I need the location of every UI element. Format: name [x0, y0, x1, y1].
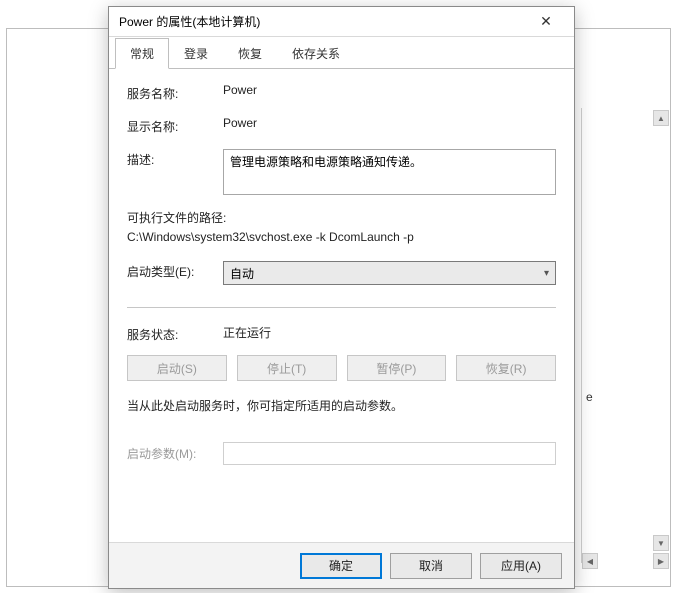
- tab-recovery[interactable]: 恢复: [223, 38, 277, 69]
- dialog-title: Power 的属性(本地计算机): [119, 13, 526, 30]
- apply-button[interactable]: 应用(A): [480, 553, 562, 579]
- startup-type-value: 自动: [230, 265, 254, 282]
- separator: [127, 307, 556, 308]
- label-startup-type: 启动类型(E):: [127, 261, 223, 280]
- hscroll-right-button[interactable]: ▶: [653, 553, 669, 569]
- pause-button: 暂停(P): [347, 355, 447, 381]
- label-service-status: 服务状态:: [127, 324, 223, 343]
- value-display-name: Power: [223, 116, 556, 130]
- dialog-tabs: 常规 登录 恢复 依存关系: [109, 37, 574, 69]
- scroll-down-button[interactable]: ▼: [653, 535, 669, 551]
- scroll-up-button[interactable]: ▲: [653, 110, 669, 126]
- value-exe-path: C:\Windows\system32\svchost.exe -k DcomL…: [127, 228, 556, 247]
- label-service-name: 服务名称:: [127, 83, 223, 102]
- dialog-close-button[interactable]: ✕: [526, 8, 566, 36]
- start-params-input: [223, 442, 556, 465]
- dialog-titlebar[interactable]: Power 的属性(本地计算机) ✕: [109, 7, 574, 37]
- ok-button[interactable]: 确定: [300, 553, 382, 579]
- resume-button: 恢复(R): [456, 355, 556, 381]
- properties-dialog: Power 的属性(本地计算机) ✕ 常规 登录 恢复 依存关系 服务名称: P…: [108, 6, 575, 589]
- hscroll-left-button[interactable]: ◀: [582, 553, 598, 569]
- description-textbox[interactable]: 管理电源策略和电源策略通知传递。: [223, 149, 556, 195]
- stop-button: 停止(T): [237, 355, 337, 381]
- bg-right-pane: ▲ e ▼ ◀ ▶: [581, 108, 669, 563]
- tab-dependencies[interactable]: 依存关系: [277, 38, 355, 69]
- tab-general[interactable]: 常规: [115, 38, 169, 69]
- chevron-down-icon: ▾: [544, 268, 549, 279]
- label-description: 描述:: [127, 149, 223, 168]
- cancel-button[interactable]: 取消: [390, 553, 472, 579]
- label-display-name: 显示名称:: [127, 116, 223, 135]
- start-button: 启动(S): [127, 355, 227, 381]
- dialog-footer: 确定 取消 应用(A): [109, 542, 574, 588]
- startup-type-select[interactable]: 自动 ▾: [223, 261, 556, 285]
- start-params-hint: 当从此处启动服务时，你可指定所适用的启动参数。: [127, 397, 556, 414]
- value-service-name: Power: [223, 83, 556, 97]
- tab-logon[interactable]: 登录: [169, 38, 223, 69]
- label-start-params: 启动参数(M):: [127, 445, 223, 462]
- value-service-status: 正在运行: [223, 324, 556, 341]
- dialog-body: 服务名称: Power 显示名称: Power 描述: 管理电源策略和电源策略通…: [109, 69, 574, 542]
- label-exe-path: 可执行文件的路径:: [127, 209, 556, 228]
- column-tail-text: e: [586, 390, 593, 404]
